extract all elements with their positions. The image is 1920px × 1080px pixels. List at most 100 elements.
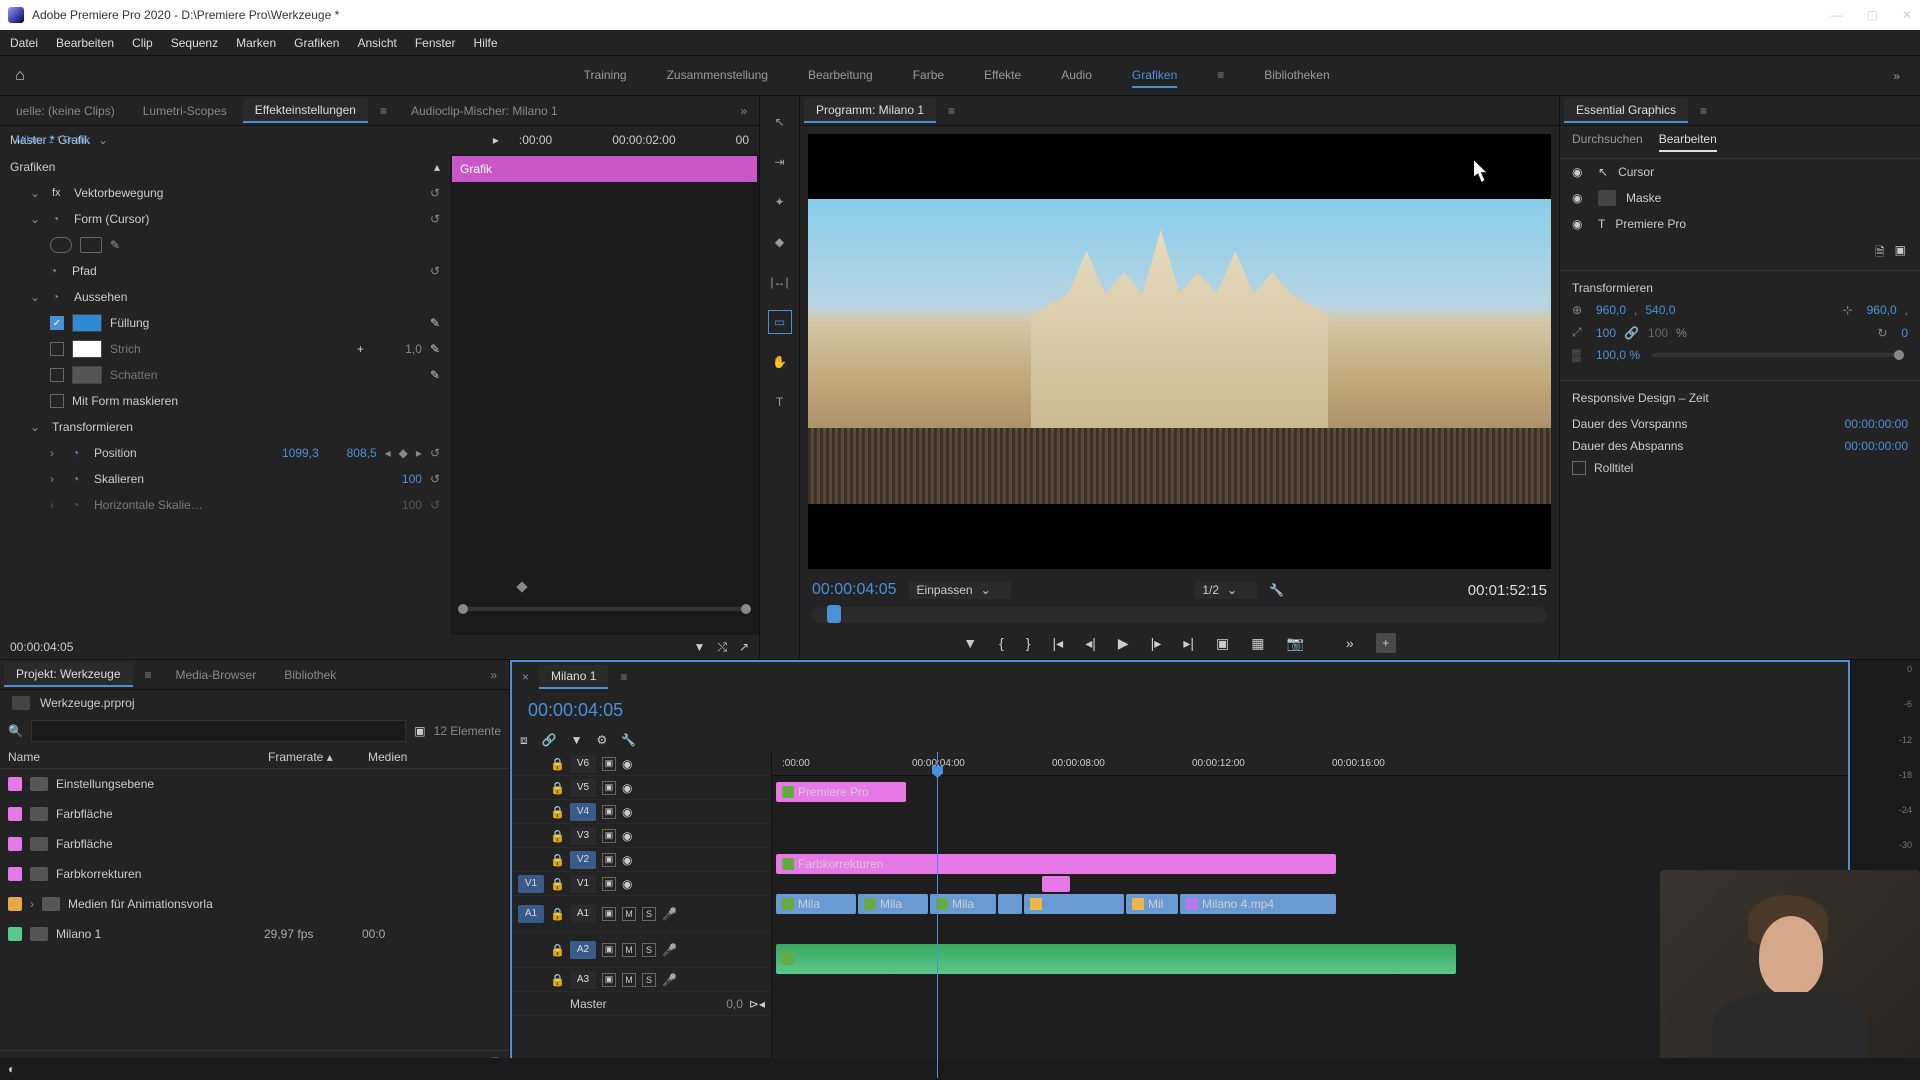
lock-icon[interactable]: 🔒 [550, 943, 564, 957]
stopwatch-icon[interactable]: ◔ [72, 472, 86, 486]
voice-over-icon[interactable]: 🎤 [662, 907, 677, 921]
voice-over-icon[interactable]: 🎤 [662, 943, 677, 957]
group-icon[interactable]: ▣ [1895, 243, 1906, 264]
lock-icon[interactable]: 🔒 [550, 877, 564, 891]
eg-opacity[interactable]: 100,0 % [1596, 348, 1640, 362]
ellipse-mask-icon[interactable] [50, 237, 72, 253]
tab-effect-controls[interactable]: Effekteinstellungen [243, 99, 368, 123]
menu-marken[interactable]: Marken [236, 36, 276, 50]
project-item[interactable]: Farbfläche [0, 799, 509, 829]
label-chip[interactable] [8, 927, 22, 941]
clip-small[interactable] [1042, 876, 1070, 892]
cursor-graphic[interactable] [1474, 160, 1492, 182]
filter-icon[interactable]: ▼ [693, 640, 705, 655]
eye-icon[interactable]: ◉ [622, 805, 632, 819]
roll-checkbox[interactable] [1572, 461, 1586, 475]
eyedropper-icon[interactable]: ✎ [430, 342, 440, 356]
solo-icon[interactable]: S [642, 907, 656, 921]
program-monitor[interactable] [808, 134, 1551, 569]
filter-bin-icon[interactable]: ▣ [414, 724, 425, 738]
ws-bearbeitung[interactable]: Bearbeitung [808, 64, 873, 88]
col-framerate[interactable]: Framerate ▴ [268, 750, 368, 764]
panel-menu-icon[interactable]: ≡ [1692, 104, 1715, 118]
scale-value[interactable]: 100 [372, 472, 422, 486]
eyedropper-icon[interactable]: ✎ [430, 368, 440, 382]
reset-icon[interactable]: ↺ [430, 186, 440, 200]
slip-tool-icon[interactable]: |↔| [768, 270, 792, 294]
step-back-icon[interactable]: ◂| [1085, 635, 1096, 652]
minimize-icon[interactable]: — [1831, 8, 1843, 22]
outro-duration-value[interactable]: 00:00:00:00 [1845, 439, 1908, 453]
visibility-icon[interactable]: ◉ [1572, 191, 1588, 205]
track-a1[interactable]: A1 [570, 905, 596, 923]
eye-icon[interactable]: ◉ [622, 877, 632, 891]
next-key-icon[interactable]: ▸ [416, 446, 422, 460]
mark-out-icon[interactable]: } [1026, 635, 1031, 651]
program-timecode[interactable]: 00:00:04:05 [812, 581, 897, 599]
project-item[interactable]: Farbfläche [0, 829, 509, 859]
fill-checkbox[interactable]: ✓ [50, 316, 64, 330]
shadow-color-swatch[interactable] [72, 366, 102, 384]
ws-audio[interactable]: Audio [1061, 64, 1092, 88]
timeline-timecode[interactable]: 00:00:04:05 [520, 696, 631, 725]
project-search-input[interactable] [31, 720, 406, 742]
clip-mila-4[interactable] [1024, 894, 1124, 914]
opacity-slider[interactable] [1894, 350, 1904, 360]
position-x[interactable]: 1099,3 [269, 446, 319, 460]
eg-scale-w[interactable]: 100 [1596, 326, 1616, 340]
reset-icon[interactable]: ↺ [430, 264, 440, 278]
clip-mila-2[interactable]: Mila [858, 894, 928, 914]
eyedropper-icon[interactable]: ✎ [430, 316, 440, 330]
form-cursor-label[interactable]: Form (Cursor) [74, 212, 422, 226]
track-v6[interactable]: V6 [570, 755, 596, 773]
ws-menu-icon[interactable]: ≡ [1217, 64, 1224, 88]
reset-icon[interactable]: ↺ [430, 212, 440, 226]
panel-menu-icon[interactable]: ≡ [612, 670, 635, 684]
stopwatch-icon[interactable]: ◔ [52, 212, 66, 226]
layer-premiere-pro[interactable]: ◉ T Premiere Pro [1560, 211, 1920, 237]
solo-icon[interactable]: S [642, 973, 656, 987]
src-v1[interactable]: V1 [518, 875, 544, 893]
pen-mask-icon[interactable]: ✎ [110, 238, 120, 252]
zoom-fit-dropdown[interactable]: Einpassen⌄ [909, 581, 1011, 599]
marker-tool-icon[interactable]: ▼ [571, 733, 583, 748]
eg-pos-x[interactable]: 960,0 [1596, 303, 1626, 317]
lock-icon[interactable]: 🔒 [550, 853, 564, 867]
lock-icon[interactable]: 🔒 [550, 829, 564, 843]
export-icon[interactable]: ↗ [739, 640, 749, 655]
track-output-icon[interactable]: ▣ [602, 757, 616, 771]
wrench-icon[interactable]: 🔧 [621, 733, 636, 748]
selection-tool-icon[interactable]: ↖ [768, 110, 792, 134]
twirl-icon[interactable]: ⌄ [30, 186, 44, 200]
eg-anchor[interactable]: 960,0 [1867, 303, 1897, 317]
lock-icon[interactable]: 🔒 [550, 973, 564, 987]
menu-grafiken[interactable]: Grafiken [294, 36, 339, 50]
lock-icon[interactable]: 🔒 [550, 757, 564, 771]
close-icon[interactable]: ✕ [1902, 8, 1912, 22]
effect-timeline[interactable]: Grafik [450, 154, 759, 635]
label-chip[interactable] [8, 807, 22, 821]
stopwatch-icon[interactable]: ◔ [52, 290, 66, 304]
resolution-dropdown[interactable]: 1/2⌄ [1194, 581, 1257, 599]
position-y[interactable]: 808,5 [327, 446, 377, 460]
mark-in-icon[interactable]: { [999, 635, 1004, 651]
project-item[interactable]: Farbkorrekturen [0, 859, 509, 889]
expand-icon[interactable]: ⊳◂ [749, 997, 765, 1011]
track-output-icon[interactable]: ▣ [602, 877, 616, 891]
clip-milano4[interactable]: Milano 4.mp4 [1180, 894, 1336, 914]
transformieren-label[interactable]: Transformieren [52, 420, 440, 434]
project-item[interactable]: › Medien für Animationsvorla [0, 889, 509, 919]
ws-grafiken[interactable]: Grafiken [1132, 64, 1177, 88]
ws-overflow-icon[interactable]: » [1873, 69, 1920, 83]
label-chip[interactable] [8, 837, 22, 851]
visibility-icon[interactable]: ◉ [1572, 165, 1588, 179]
program-tab[interactable]: Programm: Milano 1 [804, 99, 936, 123]
track-output-icon[interactable]: ▣ [602, 973, 616, 987]
stroke-color-swatch[interactable] [72, 340, 102, 358]
track-v1[interactable]: V1 [570, 875, 596, 893]
clip-mil[interactable]: Mil [1126, 894, 1178, 914]
sequence-tab[interactable]: Milano 1 [539, 665, 608, 689]
twirl-icon[interactable]: › [50, 472, 64, 486]
go-to-out-icon[interactable]: ▸| [1183, 635, 1194, 652]
zoom-handle[interactable] [458, 604, 468, 614]
